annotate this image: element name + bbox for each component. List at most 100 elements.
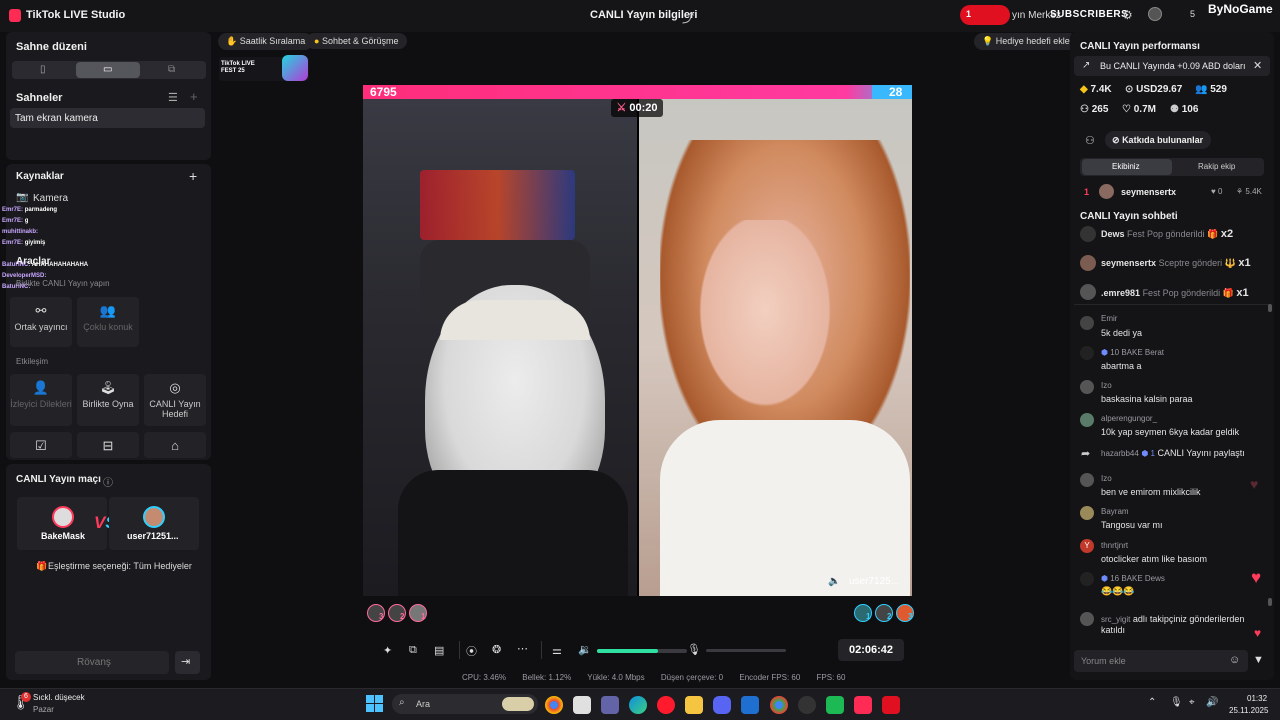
filter-icon[interactable]: ▼ <box>1253 654 1264 666</box>
joystick-icon: 🕹 <box>99 380 117 395</box>
trend-icon: ↗ <box>1082 60 1091 71</box>
mic-slider[interactable] <box>706 649 786 652</box>
inbox-tool[interactable]: ⊟ <box>77 432 139 458</box>
add-source-icon[interactable]: + <box>189 168 197 184</box>
multi-guest-button[interactable]: 👥 Çoklu konuk <box>77 297 139 347</box>
fps-stat: FPS: 60 <box>816 673 846 682</box>
emoji-icon[interactable]: ☺ <box>1229 654 1240 666</box>
fan-badge-icon: ⬢ 1 <box>1141 449 1155 458</box>
hourly-ranking-chip[interactable]: ✋ Saatlik Sıralama <box>218 33 314 50</box>
viewer-requests-button[interactable]: 👤 İzleyici Dilekleri <box>10 374 72 426</box>
chat-username[interactable]: Izo <box>1101 381 1112 390</box>
chevron-up-icon[interactable]: ⌃ <box>1148 697 1156 708</box>
obs-icon[interactable] <box>797 696 816 714</box>
add-user-icon[interactable]: ⚇ <box>1085 134 1095 147</box>
chat-username[interactable]: ⬢ 16 BAKE Dews <box>1101 574 1165 583</box>
comment-placeholder: Yorum ekle <box>1081 656 1126 666</box>
volume-icon[interactable]: 🔉 <box>578 643 592 656</box>
mail-icon[interactable] <box>741 696 760 714</box>
gift-message: .emre981 Fest Pop gönderildi 🎁 x1 <box>1101 287 1249 299</box>
speaker-tray-icon[interactable]: 🔊 <box>1206 697 1218 708</box>
chat-username[interactable]: thnrtjnrt <box>1101 541 1128 550</box>
gifter-avatar <box>1080 226 1096 242</box>
diamond-icon: ◆ <box>1080 84 1088 95</box>
chat-avatar <box>1080 346 1094 360</box>
youtube-icon[interactable] <box>881 696 900 714</box>
list-icon[interactable]: ☰ <box>168 91 178 104</box>
co-host-button[interactable]: ⚯ Ortak yayıncı <box>10 297 72 347</box>
layout-icon[interactable]: ▤ <box>434 644 444 657</box>
share-icon[interactable]: ⤴ <box>682 9 694 25</box>
more-icon[interactable]: ⋯ <box>517 642 528 655</box>
heart-icon[interactable]: ♥ <box>1251 568 1261 588</box>
add-scene-icon[interactable]: + <box>190 89 198 104</box>
settings-icon[interactable]: ⚙ <box>1122 8 1133 22</box>
magic-wand-icon[interactable]: ✦ <box>383 644 392 657</box>
chat-message: baskasina kalsin paraa <box>1101 394 1193 404</box>
record-icon[interactable]: ⦿ <box>466 643 477 659</box>
opponent-avatar <box>143 506 165 528</box>
contributor-name[interactable]: seymensertx <box>1121 187 1176 197</box>
close-icon[interactable]: ✕ <box>1253 59 1262 72</box>
scrollbar[interactable] <box>1268 598 1272 606</box>
start-icon[interactable] <box>366 695 383 712</box>
effects-icon[interactable]: ❂ <box>492 643 501 656</box>
opera-icon[interactable] <box>657 696 676 714</box>
discord-icon[interactable] <box>713 696 732 714</box>
play-together-button[interactable]: 🕹 Birlikte Oyna <box>77 374 139 426</box>
store-tool[interactable]: ⌂ <box>144 432 206 458</box>
upload-stat: Yükle: 4.0 Mbps <box>587 673 645 682</box>
camera-icon: 📷 <box>16 192 29 203</box>
chrome-active-icon[interactable] <box>769 696 788 714</box>
chat-username[interactable]: ⬢ 10 BAKE Berat <box>1101 348 1164 357</box>
tab-rival-team[interactable]: Rakip ekip <box>1198 162 1235 171</box>
avatar[interactable] <box>1148 7 1162 21</box>
chat-username[interactable]: Bayram <box>1101 507 1129 516</box>
scrollbar[interactable] <box>1268 304 1272 312</box>
follower-message: src_yigit adlı takipçiniz gönderilerden … <box>1101 614 1245 635</box>
tiktok-live-studio-icon[interactable] <box>853 696 872 714</box>
chat-call-chip[interactable]: ● Sohbet & Görüşme <box>306 33 407 49</box>
mixer-icon[interactable]: ⚌ <box>552 644 562 657</box>
app-icon[interactable] <box>825 696 844 714</box>
chat-message: Tangosu var mı <box>1101 520 1163 530</box>
folder-icon[interactable] <box>685 696 704 714</box>
explorer-icon[interactable] <box>573 696 592 714</box>
usd-metric: ⊙ USD29.67 <box>1125 84 1183 95</box>
poll-tool[interactable]: ☑ <box>10 432 72 458</box>
chat-username[interactable]: Emir <box>1101 314 1117 323</box>
match-option: Eşleştirme seçeneği: Tüm Hediyeler <box>48 561 192 571</box>
portrait-layout-icon[interactable]: ▯ <box>40 64 46 75</box>
edge-icon[interactable] <box>629 696 648 714</box>
live-goal-button[interactable]: ◎ CANLI Yayın Hedefi <box>144 374 206 426</box>
teams-icon[interactable] <box>601 696 620 714</box>
chat-avatar <box>1080 380 1094 394</box>
viewers-metric: ⚇ 265 <box>1080 104 1109 115</box>
chrome-icon[interactable] <box>545 696 563 714</box>
clock-time[interactable]: 01:32 <box>1247 694 1267 703</box>
mic-tray-icon[interactable]: 🎙 <box>1170 697 1183 708</box>
hand-icon: ✋ <box>226 36 238 46</box>
followers-metric: ⚉ 106 <box>1170 104 1199 115</box>
fest-pop-gift-icon: 🎁 <box>1207 229 1219 239</box>
clock-date[interactable]: 25.11.2025 <box>1229 706 1268 715</box>
speaker-icon[interactable]: 🔈 <box>828 576 840 587</box>
heart-icon[interactable]: ♥ <box>1254 626 1261 640</box>
chat-username[interactable]: alperengungor_ <box>1101 414 1157 423</box>
exit-icon: ⇥ <box>181 656 191 668</box>
network-icon[interactable]: ⌖ <box>1189 697 1195 708</box>
microphone-icon[interactable]: 🎙 <box>687 643 701 656</box>
gift-goal-chip[interactable]: 💡 Hediye hedefi ekle <box>974 33 1078 50</box>
gifter-rank: 3 <box>379 612 384 621</box>
match-opponent-name: user71251... <box>127 531 179 541</box>
guests-icon: 👥 <box>99 303 117 318</box>
tools-subtitle: Birlikte CANLI Yayın yapın <box>16 279 110 288</box>
volume-level <box>597 649 659 653</box>
rotate-layout-icon[interactable]: ⧉ <box>168 64 175 75</box>
source-camera[interactable]: Kamera <box>33 193 68 204</box>
add-source-button-icon[interactable]: ⧉ <box>409 644 417 657</box>
help-icon[interactable]: ⓘ <box>103 474 113 489</box>
divider <box>459 641 460 659</box>
gifter-rank: 1 <box>421 612 426 621</box>
chat-username[interactable]: Izo <box>1101 474 1112 483</box>
